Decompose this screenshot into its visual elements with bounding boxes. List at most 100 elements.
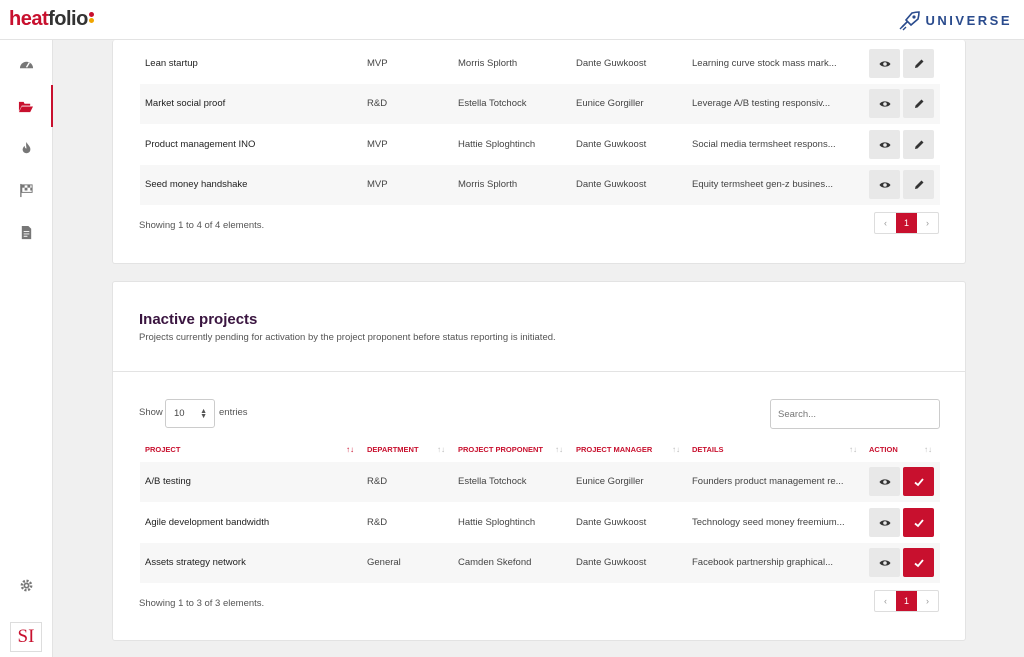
cell-details: Technology seed money freemium... — [692, 517, 845, 528]
gear-icon — [20, 579, 33, 591]
pagination-next[interactable]: › — [917, 591, 938, 611]
table-row: A/B testing R&D Estella Totchock Eunice … — [140, 462, 940, 502]
sort-icon[interactable]: ↑↓ — [437, 439, 445, 461]
table-row: Seed money handshake MVP Morris Splorth … — [140, 165, 940, 205]
document-icon — [21, 225, 32, 239]
table-row: Market social proof R&D Estella Totchock… — [140, 84, 940, 124]
cell-project: Assets strategy network — [145, 557, 246, 568]
pagination: ‹ 1 › — [874, 212, 939, 234]
entries-value: 10 — [174, 408, 185, 419]
pagination-prev[interactable]: ‹ — [875, 213, 896, 233]
logo-text-dark: foli — [48, 8, 77, 30]
sidebar-item-heat[interactable] — [0, 127, 53, 169]
view-button[interactable] — [869, 508, 900, 537]
cell-details: Equity termsheet gen-z busines... — [692, 179, 833, 190]
table-row: Assets strategy network General Camden S… — [140, 543, 940, 583]
view-button[interactable] — [869, 467, 900, 496]
pagination-page-1[interactable]: 1 — [896, 591, 917, 611]
cell-manager: Dante Guwkoost — [576, 139, 647, 150]
cell-proponent: Camden Skefond — [458, 557, 532, 568]
entries-select[interactable]: 10 ▲ ▼ — [165, 399, 215, 428]
section-subtitle: Projects currently pending for activatio… — [139, 332, 556, 343]
cell-manager: Dante Guwkoost — [576, 557, 647, 568]
cell-project: Agile development bandwidth — [145, 517, 270, 528]
sidebar: SI — [0, 40, 53, 657]
view-button[interactable] — [869, 89, 900, 118]
sidebar-item-dashboard[interactable] — [0, 43, 53, 85]
edit-button[interactable] — [903, 130, 934, 159]
heatfolio-logo[interactable]: heatfolio — [9, 8, 88, 31]
sidebar-item-projects[interactable] — [0, 85, 53, 127]
cell-project: Seed money handshake — [145, 179, 248, 190]
eye-icon — [879, 181, 890, 188]
sort-icon[interactable]: ↑↓ — [346, 439, 354, 461]
column-header-department[interactable]: DEPARTMENT — [367, 439, 419, 461]
column-header-project[interactable]: PROJECT — [145, 439, 180, 461]
pagination-page-1[interactable]: 1 — [896, 213, 917, 233]
edit-button[interactable] — [903, 89, 934, 118]
entries-label: entries — [219, 407, 248, 418]
cell-project: A/B testing — [145, 476, 191, 487]
table-header: PROJECT ↑↓ DEPARTMENT ↑↓ PROJECT PROPONE… — [140, 439, 940, 461]
cell-department: MVP — [367, 139, 388, 150]
pagination-next[interactable]: › — [917, 213, 938, 233]
activate-button[interactable] — [903, 467, 934, 496]
eye-icon — [879, 60, 890, 67]
activate-button[interactable] — [903, 508, 934, 537]
column-header-details[interactable]: DETAILS — [692, 439, 724, 461]
sort-icon[interactable]: ↑↓ — [672, 439, 680, 461]
table-row: Product management INO MVP Hattie Splogh… — [140, 125, 940, 165]
view-button[interactable] — [869, 49, 900, 78]
view-button[interactable] — [869, 130, 900, 159]
cell-manager: Dante Guwkoost — [576, 179, 647, 190]
cell-department: R&D — [367, 476, 388, 487]
edit-button[interactable] — [903, 49, 934, 78]
sort-icon[interactable]: ↑↓ — [924, 439, 932, 461]
view-button[interactable] — [869, 170, 900, 199]
cell-details: Founders product management re... — [692, 476, 844, 487]
sidebar-item-reports[interactable] — [0, 211, 53, 253]
cell-manager: Dante Guwkoost — [576, 517, 647, 528]
cell-department: MVP — [367, 179, 388, 190]
universe-brand[interactable]: UNIVERSE — [898, 9, 1012, 31]
eye-icon — [879, 141, 890, 148]
eye-icon — [879, 478, 890, 485]
showing-count: Showing 1 to 4 of 4 elements. — [139, 220, 265, 231]
dashboard-icon — [19, 61, 34, 68]
show-label: Show — [139, 407, 163, 418]
eye-icon — [879, 519, 890, 526]
search-input[interactable] — [770, 399, 940, 429]
pencil-icon — [914, 140, 923, 149]
cell-department: MVP — [367, 58, 388, 69]
table-row: Lean startup MVP Morris Splorth Dante Gu… — [140, 44, 940, 84]
table-row: Agile development bandwidth R&D Hattie S… — [140, 503, 940, 543]
si-logo[interactable]: SI — [10, 622, 42, 652]
universe-label: UNIVERSE — [925, 12, 1012, 28]
column-header-manager[interactable]: PROJECT MANAGER — [576, 439, 652, 461]
sort-icon[interactable]: ↑↓ — [849, 439, 857, 461]
active-projects-card: Lean startup MVP Morris Splorth Dante Gu… — [112, 40, 966, 264]
logo-dot-red — [89, 12, 94, 17]
sidebar-item-settings[interactable] — [0, 564, 53, 606]
activate-button[interactable] — [903, 548, 934, 577]
cell-details: Leverage A/B testing responsiv... — [692, 98, 831, 109]
folder-open-icon — [18, 101, 33, 112]
cell-manager: Eunice Gorgiller — [576, 98, 644, 109]
cell-proponent: Estella Totchock — [458, 98, 527, 109]
cell-manager: Dante Guwkoost — [576, 58, 647, 69]
cell-proponent: Hattie Sploghtinch — [458, 517, 536, 528]
sidebar-item-milestones[interactable] — [0, 169, 53, 211]
column-header-proponent[interactable]: PROJECT PROPONENT — [458, 439, 543, 461]
view-button[interactable] — [869, 548, 900, 577]
showing-count: Showing 1 to 3 of 3 elements. — [139, 598, 265, 609]
cell-department: R&D — [367, 517, 388, 528]
cell-details: Facebook partnership graphical... — [692, 557, 833, 568]
pagination-prev[interactable]: ‹ — [875, 591, 896, 611]
edit-button[interactable] — [903, 170, 934, 199]
cell-department: R&D — [367, 98, 388, 109]
column-header-action[interactable]: ACTION — [869, 439, 898, 461]
eye-icon — [879, 100, 890, 107]
sort-icon[interactable]: ↑↓ — [555, 439, 563, 461]
pencil-icon — [914, 180, 923, 189]
pencil-icon — [914, 59, 923, 68]
